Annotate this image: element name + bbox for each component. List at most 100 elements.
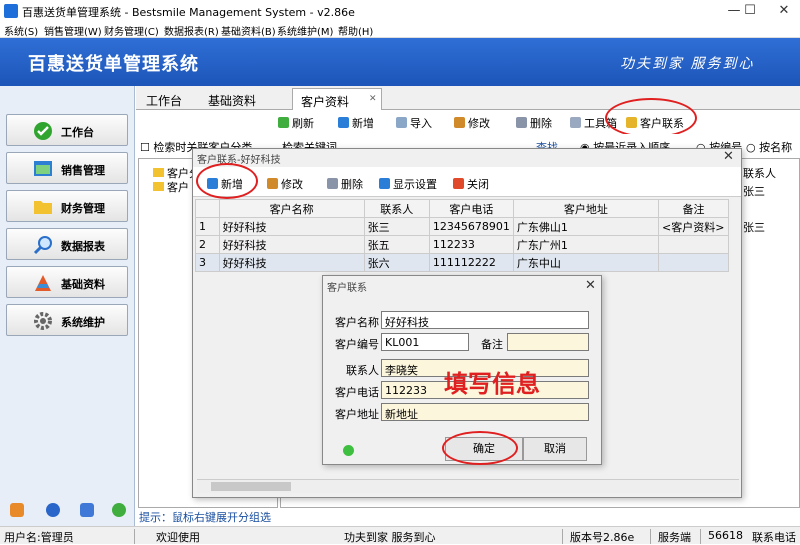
add-button[interactable]: 新增	[338, 115, 374, 131]
col-header[interactable]: 客户名称	[218, 199, 365, 218]
tab-workbench[interactable]: 工作台	[138, 88, 190, 110]
status-server: 服务端	[658, 531, 691, 544]
maximize-button[interactable]: ☐	[730, 0, 770, 22]
tab-label: 客户资料	[301, 95, 350, 109]
nav-reports-button[interactable]: 数据报表	[6, 228, 128, 260]
status-contact: 联系电话	[752, 531, 796, 544]
grid-header-contact: 联系人	[743, 167, 776, 180]
dialog-close-button[interactable]: 关闭	[453, 176, 489, 192]
tree-node[interactable]: 客户	[153, 179, 189, 195]
gear-icon	[33, 311, 53, 331]
close-icon	[453, 178, 464, 189]
tab-bar: 工作台 基础资料 客户资料 ✕	[136, 86, 800, 110]
nav-basic-data-button[interactable]: 基础资料	[6, 266, 128, 298]
status-welcome: 欢迎使用	[156, 531, 200, 544]
edit-icon[interactable]	[10, 503, 24, 517]
menu-help[interactable]: 帮助(H)	[338, 23, 373, 38]
table-row[interactable]: 3 好好科技 张六 111112222 广东中山	[195, 253, 729, 272]
nav-workbench-button[interactable]: 工作台	[6, 114, 128, 146]
status-led-icon	[343, 445, 354, 456]
col-header[interactable]: 联系人	[363, 199, 430, 218]
radio-name[interactable]: ○ 按名称	[746, 139, 792, 155]
menu-sales[interactable]: 销售管理(W)	[44, 23, 102, 38]
folder-icon	[33, 197, 53, 217]
highlight-circle	[605, 98, 697, 138]
code-label: 客户编号	[335, 338, 379, 351]
status-bar: 用户名:管理员 欢迎使用 功夫到家 服务到心 版本号2.86e 服务端 5661…	[0, 526, 800, 544]
tab-customer-data[interactable]: 客户资料 ✕	[292, 88, 382, 110]
check-icon	[33, 121, 53, 141]
col-header[interactable]: 客户地址	[512, 199, 660, 218]
nav-label: 工作台	[61, 126, 94, 139]
status-port: 56618	[708, 529, 743, 542]
address-label: 客户地址	[335, 408, 379, 421]
delete-button[interactable]: 删除	[516, 115, 552, 131]
nav-label: 销售管理	[61, 164, 105, 177]
edit-button[interactable]: 修改	[454, 115, 490, 131]
menu-maintenance[interactable]: 系统维护(M)	[277, 23, 333, 38]
dialog-title: 客户联系	[327, 283, 367, 294]
cancel-button[interactable]: 取消	[523, 437, 587, 461]
clock-icon[interactable]	[46, 503, 60, 517]
status-user: 用户名:管理员	[4, 531, 74, 544]
close-window-button[interactable]: ✕	[768, 0, 800, 22]
table-row[interactable]: 2 好好科技 张五 112233 广东广州1	[195, 235, 729, 254]
window-titlebar: 百惠送货单管理系统 - Bestsmile Management System …	[0, 0, 800, 22]
tab-basic-data[interactable]: 基础资料	[200, 88, 264, 110]
hint-text: 提示：鼠标右键展开分组选项	[135, 506, 280, 540]
highlight-circle	[196, 163, 258, 199]
import-icon	[396, 117, 407, 128]
main-toolbar: 刷新 新增 导入 修改 删除 工具箱 客户联系	[136, 110, 800, 134]
dialog-close-icon[interactable]: ✕	[585, 278, 596, 293]
edit-icon	[454, 117, 465, 128]
scroll-thumb[interactable]	[211, 482, 291, 491]
name-label: 客户名称	[335, 316, 379, 329]
nav-label: 财务管理	[61, 202, 105, 215]
trash-icon	[327, 178, 338, 189]
plus-icon	[338, 117, 349, 128]
table-row[interactable]: 1 好好科技 张三 12345678901 广东佛山1 <客户资料>	[195, 217, 729, 236]
dialog-close-icon[interactable]: ✕	[723, 149, 734, 164]
customer-name-field[interactable]: 好好科技	[381, 311, 589, 329]
nav-finance-button[interactable]: 财务管理	[6, 190, 128, 222]
nav-sales-button[interactable]: 销售管理	[6, 152, 128, 184]
folder-icon	[153, 182, 164, 191]
toolbox-icon	[570, 117, 581, 128]
menu-reports[interactable]: 数据报表(R)	[164, 23, 219, 38]
horizontal-scrollbar[interactable]	[197, 479, 739, 493]
menu-basic-data[interactable]: 基础资料(B)	[221, 23, 276, 38]
contact-label: 联系人	[346, 364, 379, 377]
magnifier-icon	[33, 235, 53, 255]
dialog-edit-button[interactable]: 修改	[267, 176, 303, 192]
edit-icon	[267, 178, 278, 189]
remark-label: 备注	[481, 338, 503, 351]
info-icon[interactable]	[80, 503, 94, 517]
nav-label: 系统维护	[61, 316, 105, 329]
highlight-circle	[442, 431, 518, 465]
refresh-icon[interactable]	[112, 503, 126, 517]
import-button[interactable]: 导入	[396, 115, 432, 131]
dialog-toolbar: 新增 修改 删除 显示设置 关闭	[193, 167, 741, 197]
tab-close-icon[interactable]: ✕	[369, 94, 377, 104]
refresh-button[interactable]: 刷新	[278, 115, 314, 131]
settings-icon	[379, 178, 390, 189]
banner-title: 百惠送货单管理系统	[28, 54, 199, 75]
grid-cell[interactable]: 张三	[743, 183, 765, 199]
folder-icon	[153, 168, 164, 177]
col-header[interactable]: 客户电话	[428, 199, 514, 218]
address-field[interactable]: 新地址	[381, 403, 589, 421]
remark-field[interactable]	[507, 333, 589, 351]
nav-maintenance-button[interactable]: 系统维护	[6, 304, 128, 336]
contact-table: 客户名称 联系人 客户电话 客户地址 备注 1 好好科技 张三 12345678901…	[195, 199, 729, 272]
menu-bar: 系统(S) 销售管理(W) 财务管理(C) 数据报表(R) 基础资料(B) 系统…	[0, 22, 800, 38]
grid-cell[interactable]: 张三	[743, 219, 765, 235]
dialog-delete-button[interactable]: 删除	[327, 176, 363, 192]
display-settings-button[interactable]: 显示设置	[379, 176, 437, 192]
menu-finance[interactable]: 财务管理(C)	[104, 23, 159, 38]
menu-system[interactable]: 系统(S)	[4, 23, 38, 38]
refresh-icon	[278, 117, 289, 128]
trash-icon	[516, 117, 527, 128]
col-header[interactable]: 备注	[658, 199, 729, 218]
annotation-text: 填写信息	[444, 370, 540, 398]
window-title: 百惠送货单管理系统 - Bestsmile Management System …	[22, 6, 355, 19]
